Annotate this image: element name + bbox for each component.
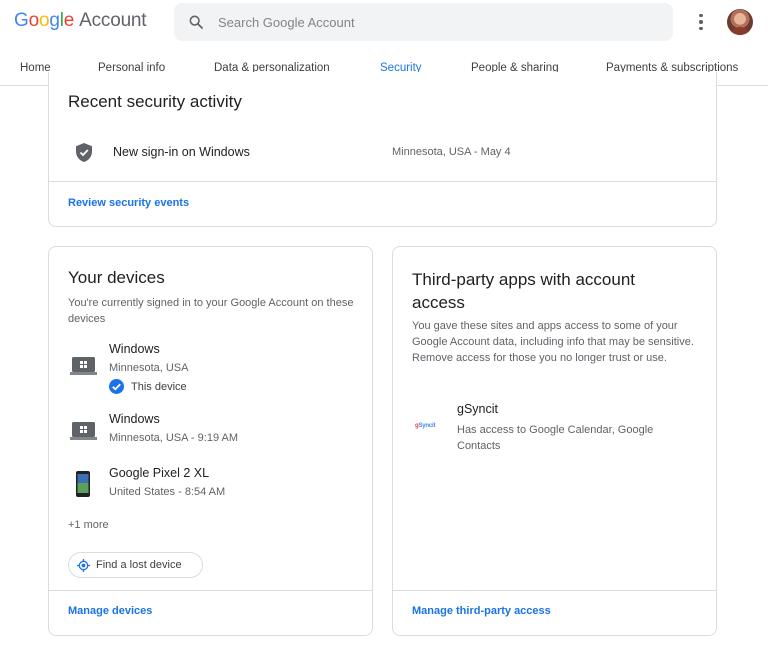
this-device-label: This device xyxy=(131,380,187,393)
google-account-logo[interactable]: Google Account xyxy=(14,10,147,32)
card-title: Third-party apps with account access xyxy=(412,270,635,312)
search-icon xyxy=(189,15,203,29)
recent-security-activity-card: Recent security activity New sign-in on … xyxy=(48,72,717,227)
avatar[interactable] xyxy=(727,9,753,35)
your-devices-card: Your devices You're currently signed in … xyxy=(48,246,373,636)
card-title: Recent security activity xyxy=(68,92,242,111)
card-subtitle: You're currently signed in to your Googl… xyxy=(68,297,354,325)
locate-icon xyxy=(77,558,90,572)
this-device-badge: This device xyxy=(109,379,187,394)
device-location: Minnesota, USA xyxy=(109,362,189,374)
logo-letter: e xyxy=(63,10,75,31)
logo-letter: G xyxy=(14,10,29,31)
more-devices-link[interactable]: +1 more xyxy=(68,519,109,531)
more-options-icon[interactable] xyxy=(692,10,710,34)
logo-letter: o xyxy=(28,10,40,31)
event-meta: Minnesota, USA - May 4 xyxy=(392,146,511,158)
third-party-apps-card: Third-party apps with account access You… xyxy=(392,246,717,636)
divider xyxy=(393,590,716,591)
gsyncit-logo: gSyncit xyxy=(415,423,436,429)
app-name: gSyncit xyxy=(457,402,498,416)
security-event-row[interactable]: New sign-in on Windows Minnesota, USA - … xyxy=(49,124,716,182)
logo-letter: g xyxy=(49,10,60,31)
device-location: Minnesota, USA - 9:19 AM xyxy=(109,432,239,444)
find-lost-device-label: Find a lost device xyxy=(96,559,182,571)
shield-icon xyxy=(76,143,92,162)
manage-devices-link[interactable]: Manage devices xyxy=(68,605,152,617)
laptop-icon xyxy=(70,357,97,375)
tab-home[interactable]: Home xyxy=(20,56,51,86)
search-bar[interactable] xyxy=(174,3,673,41)
gsyncit-logo-text: Syncit xyxy=(418,423,436,429)
manage-third-party-access-link[interactable]: Manage third-party access xyxy=(412,605,551,617)
review-security-events-link[interactable]: Review security events xyxy=(68,197,189,209)
divider xyxy=(49,590,372,591)
device-location: United States - 8:54 AM xyxy=(109,486,226,498)
laptop-icon xyxy=(70,422,97,440)
card-title: Your devices xyxy=(68,268,165,287)
search-input[interactable] xyxy=(218,14,638,30)
device-name: Google Pixel 2 XL xyxy=(109,466,210,480)
app-access: Has access to Google Calendar, Google Co… xyxy=(457,424,654,452)
device-name: Windows xyxy=(109,412,160,426)
logo-letter: o xyxy=(38,10,50,31)
find-lost-device-button[interactable]: Find a lost device xyxy=(68,552,203,578)
card-subtitle: You gave these sites and apps access to … xyxy=(412,320,694,364)
event-label: New sign-in on Windows xyxy=(113,145,250,159)
device-name: Windows xyxy=(109,342,160,356)
phone-icon xyxy=(76,471,90,497)
check-circle-icon xyxy=(109,379,124,394)
logo-account-text: Account xyxy=(79,10,147,31)
